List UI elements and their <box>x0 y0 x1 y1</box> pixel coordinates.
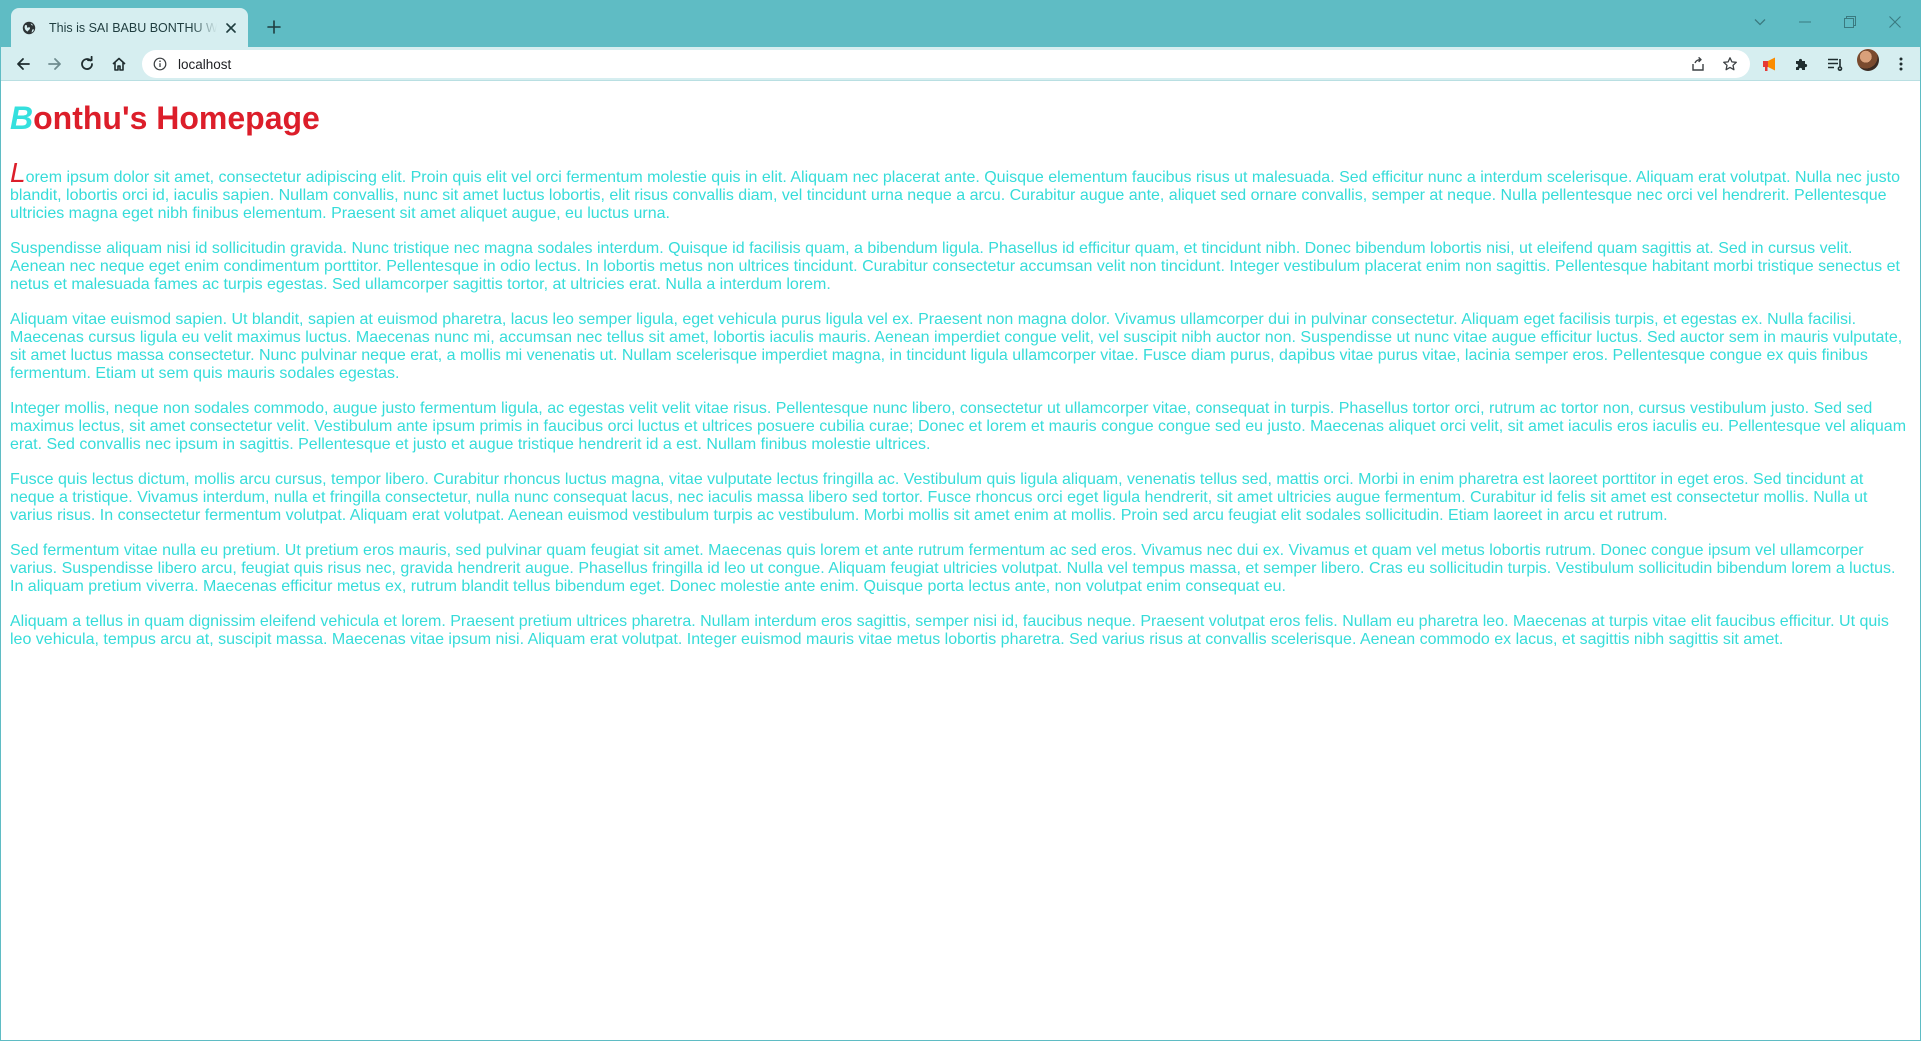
share-icon <box>1692 56 1704 71</box>
address-bar[interactable]: localhost <box>142 50 1750 78</box>
page-content: Bonthu's Homepage Lorem ipsum dolor sit … <box>1 82 1920 1039</box>
paragraph: Integer mollis, neque non sodales commod… <box>10 399 1907 453</box>
megaphone-icon <box>1763 57 1775 71</box>
back-button[interactable] <box>9 50 37 78</box>
tab-search-button[interactable] <box>1738 8 1782 36</box>
chevron-down-icon <box>1754 19 1766 26</box>
forward-button[interactable] <box>41 50 69 78</box>
paragraph: Sed fermentum vitae nulla eu pretium. Ut… <box>10 541 1896 595</box>
media-queue-icon <box>1828 58 1843 71</box>
menu-button[interactable] <box>1887 50 1915 78</box>
info-icon[interactable] <box>152 56 168 72</box>
bookmark-button[interactable] <box>1716 50 1744 78</box>
paragraph-dropcap: L <box>10 156 26 188</box>
browser-toolbar: localhost <box>1 47 1920 81</box>
reading-list-button[interactable] <box>1821 50 1849 78</box>
restore-icon <box>1844 16 1856 28</box>
tab-title: This is SAI BABU BONTHU Website <box>49 20 217 35</box>
url-text[interactable]: localhost <box>178 57 231 72</box>
extensions-button[interactable] <box>1788 50 1816 78</box>
page-title-first-letter: B <box>10 100 34 136</box>
share-button[interactable] <box>1684 50 1712 78</box>
paragraph-text: orem ipsum dolor sit amet, consectetur a… <box>10 168 1900 222</box>
paragraph: Lorem ipsum dolor sit amet, consectetur … <box>10 158 1911 223</box>
plus-icon <box>267 20 281 34</box>
paragraph: Suspendisse aliquam nisi id sollicitudin… <box>10 239 1900 293</box>
globe-icon <box>21 20 37 36</box>
tab-strip: This is SAI BABU BONTHU Website <box>1 0 1920 47</box>
page-title-text: onthu's Homepage <box>33 100 320 136</box>
new-tab-button[interactable] <box>260 13 288 41</box>
arrow-right-icon <box>48 58 61 70</box>
paragraph: Aliquam a tellus in quam dignissim eleif… <box>10 612 1889 648</box>
kebab-menu-icon <box>1899 57 1903 71</box>
browser-window: This is SAI BABU BONTHU Website <box>0 0 1921 1041</box>
page-title: Bonthu's Homepage <box>10 100 1911 137</box>
close-icon <box>1889 16 1901 28</box>
home-icon <box>112 57 126 71</box>
close-window-button[interactable] <box>1873 8 1917 36</box>
puzzle-icon <box>1796 58 1808 70</box>
tab-active[interactable]: This is SAI BABU BONTHU Website <box>11 8 248 47</box>
minimize-button[interactable] <box>1783 8 1827 36</box>
extension-megaphone[interactable] <box>1757 50 1785 78</box>
profile-avatar[interactable] <box>1857 49 1879 71</box>
tab-close-icon[interactable] <box>223 20 239 36</box>
minimize-icon <box>1799 21 1811 23</box>
home-button[interactable] <box>105 50 133 78</box>
paragraph: Aliquam vitae euismod sapien. Ut blandit… <box>10 310 1903 382</box>
paragraph: Fusce quis lectus dictum, mollis arcu cu… <box>10 470 1868 524</box>
reload-button[interactable] <box>73 50 101 78</box>
reload-icon <box>81 56 93 70</box>
restore-button[interactable] <box>1828 8 1872 36</box>
star-icon <box>1723 57 1737 71</box>
arrow-left-icon <box>17 58 30 70</box>
